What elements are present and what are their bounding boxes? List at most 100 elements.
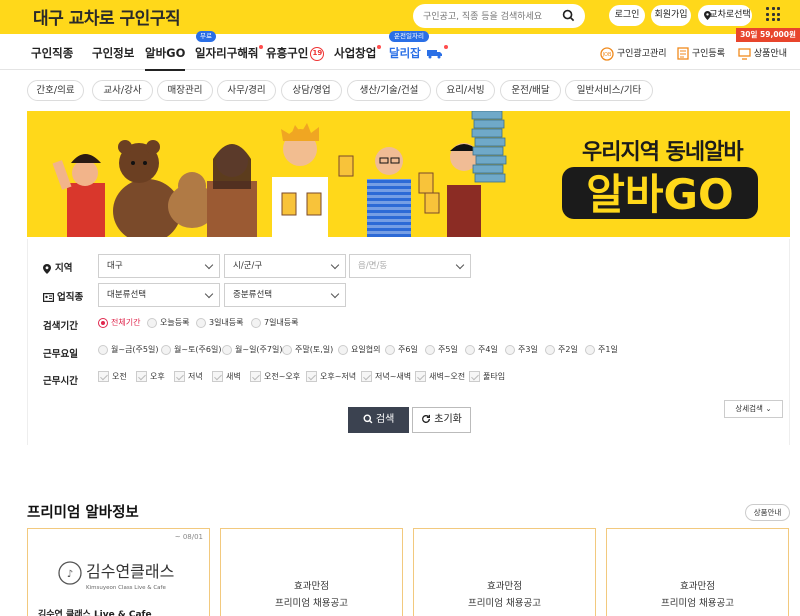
chip-teacher[interactable]: 교사/강사	[92, 80, 153, 101]
chip-service[interactable]: 일반서비스/기타	[565, 80, 653, 101]
jobtype-major-select[interactable]: 대분류선택	[98, 283, 220, 307]
checkbox-icon	[136, 371, 147, 382]
search-input[interactable]: 구인공고, 직종 등을 검색하세요	[423, 9, 542, 22]
radio-icon	[196, 317, 206, 328]
premium-card-placeholder[interactable]: 효과만점 프리미엄 채용공고	[606, 528, 789, 616]
weekday-option[interactable]: 주3일	[505, 344, 538, 355]
product-info-link[interactable]: 상품안내	[738, 46, 787, 60]
signup-button[interactable]: 회원가입	[651, 5, 691, 26]
time-option[interactable]: 오전~오후	[250, 371, 300, 382]
radio-icon	[505, 344, 515, 355]
detail-search-button[interactable]: 상세검색 ⌄	[724, 400, 783, 418]
checkbox-icon	[361, 371, 372, 382]
weekday-option[interactable]: 주6일	[385, 344, 418, 355]
period-option[interactable]: 전체기간	[98, 317, 140, 328]
driver-job-tag: 운전일자리	[389, 31, 429, 42]
chip-cooking[interactable]: 요리/서빙	[436, 80, 495, 101]
new-dot-icon	[377, 45, 382, 49]
chip-medical[interactable]: 간호/의료	[27, 80, 84, 101]
chip-office[interactable]: 사무/경리	[217, 80, 276, 101]
weekday-option[interactable]: 주4일	[465, 344, 498, 355]
weekday-row-label: 근무요일	[43, 349, 78, 360]
time-option[interactable]: 오전	[98, 371, 127, 382]
search-box[interactable]: 구인공고, 직종 등을 검색하세요	[413, 4, 585, 28]
reset-button[interactable]: 초기화	[412, 407, 471, 433]
period-option[interactable]: 3일내등록	[196, 317, 244, 328]
nav-find-job-for-me[interactable]: 일자리구해줘	[195, 45, 264, 61]
premium-product-info-button[interactable]: 상품안내	[745, 504, 790, 521]
id-card-icon	[43, 293, 55, 303]
promo-banner[interactable]: 우리지역 동네알바 알바GO	[27, 111, 790, 237]
nav-dalijab[interactable]: 달리잡	[389, 45, 448, 61]
chip-driving[interactable]: 운전/배달	[500, 80, 561, 101]
weekday-option[interactable]: 월~토(주6일)	[161, 344, 221, 355]
premium-card-placeholder[interactable]: 효과만점 프리미엄 채용공고	[413, 528, 596, 616]
ad-manage-link[interactable]: JOB 구인광고관리	[600, 46, 667, 61]
nav-job-category[interactable]: 구인직종	[31, 45, 73, 61]
time-option[interactable]: 새벽~오전	[415, 371, 465, 382]
nav-job-info[interactable]: 구인정보	[92, 45, 134, 61]
weekday-option[interactable]: 주말(토,일)	[282, 344, 333, 355]
search-button[interactable]: 검색	[348, 407, 409, 433]
top-bar: 대구 교차로 구인구직 구인공고, 직종 등을 검색하세요 로그인 회원가입 교…	[0, 0, 800, 34]
premium-card-placeholder[interactable]: 효과만점 프리미엄 채용공고	[220, 528, 403, 616]
period-option[interactable]: 7일내등록	[251, 317, 299, 328]
chevron-down-icon: ⌄	[765, 404, 772, 413]
weekday-option[interactable]: 월~금(주5일)	[98, 344, 158, 355]
period-option[interactable]: 오늘등록	[147, 317, 189, 328]
chip-production[interactable]: 생산/기술/건설	[347, 80, 431, 101]
time-option[interactable]: 오후~저녁	[306, 371, 356, 382]
job-ad-icon: JOB	[600, 46, 614, 61]
card-placeholder-line2: 프리미엄 채용공고	[661, 598, 734, 609]
search-icon	[363, 414, 373, 424]
refresh-icon	[422, 414, 431, 423]
radio-icon	[98, 344, 108, 355]
new-dot-icon	[443, 45, 448, 49]
weekday-option[interactable]: 주1일	[585, 344, 618, 355]
chevron-down-icon	[204, 260, 214, 270]
nav-alba-go[interactable]: 알바GO	[145, 45, 186, 71]
banner-logo-text: 알바GO	[586, 170, 733, 219]
all-menu-grid-icon[interactable]	[766, 7, 780, 21]
time-option[interactable]: 저녁~새벽	[361, 371, 411, 382]
checkbox-icon	[250, 371, 261, 382]
region-label: 교차로선택	[709, 10, 751, 20]
nav-startup[interactable]: 사업창업	[334, 45, 382, 61]
radio-icon	[251, 317, 261, 328]
card-placeholder-line1: 효과만점	[487, 581, 522, 592]
weekday-option[interactable]: 요일협의	[338, 344, 380, 355]
time-option[interactable]: 풀타임	[469, 371, 505, 382]
region-city-select[interactable]: 대구	[98, 254, 220, 278]
logo-service: 구인구직	[114, 9, 181, 29]
jobtype-row-label: 업직종	[43, 289, 83, 303]
time-option[interactable]: 새벽	[212, 371, 241, 382]
nav-entertainment-jobs[interactable]: 유흥구인 19	[266, 45, 325, 61]
login-button[interactable]: 로그인	[609, 5, 645, 26]
search-icon[interactable]	[562, 9, 575, 22]
region-district-select[interactable]: 시/군/구	[224, 254, 346, 278]
weekday-option[interactable]: 주2일	[545, 344, 578, 355]
chip-sales[interactable]: 상담/영업	[281, 80, 342, 101]
time-option[interactable]: 저녁	[174, 371, 203, 382]
company-logo: ♪ 김수연클래스 Kimsuyeon Class Live & Cafe	[58, 561, 174, 591]
radio-icon	[282, 344, 292, 355]
weekday-option[interactable]: 주5일	[425, 344, 458, 355]
jobtype-minor-select[interactable]: 중분류선택	[224, 283, 346, 307]
premium-card[interactable]: ~ 08/01 ♪ 김수연클래스 Kimsuyeon Class Live & …	[27, 528, 210, 616]
chevron-down-icon	[330, 289, 340, 299]
job-register-link[interactable]: 구인등록	[677, 46, 725, 60]
region-select-button[interactable]: 교차로선택	[698, 5, 752, 26]
chevron-down-icon	[330, 260, 340, 270]
weekday-option[interactable]: 월~일(주7일)	[222, 344, 282, 355]
truck-icon	[426, 49, 442, 58]
adult-19-badge: 19	[310, 46, 325, 61]
location-pin-icon	[43, 263, 51, 274]
region-town-select[interactable]: 읍/면/동	[349, 254, 471, 278]
chip-store[interactable]: 매장관리	[157, 80, 213, 101]
card-placeholder-line2: 프리미엄 채용공고	[468, 598, 541, 609]
radio-icon	[161, 344, 171, 355]
radio-checked-icon	[98, 317, 108, 328]
site-logo[interactable]: 대구 교차로 구인구직	[33, 4, 181, 29]
location-pin-icon	[704, 11, 711, 20]
time-option[interactable]: 오후	[136, 371, 165, 382]
